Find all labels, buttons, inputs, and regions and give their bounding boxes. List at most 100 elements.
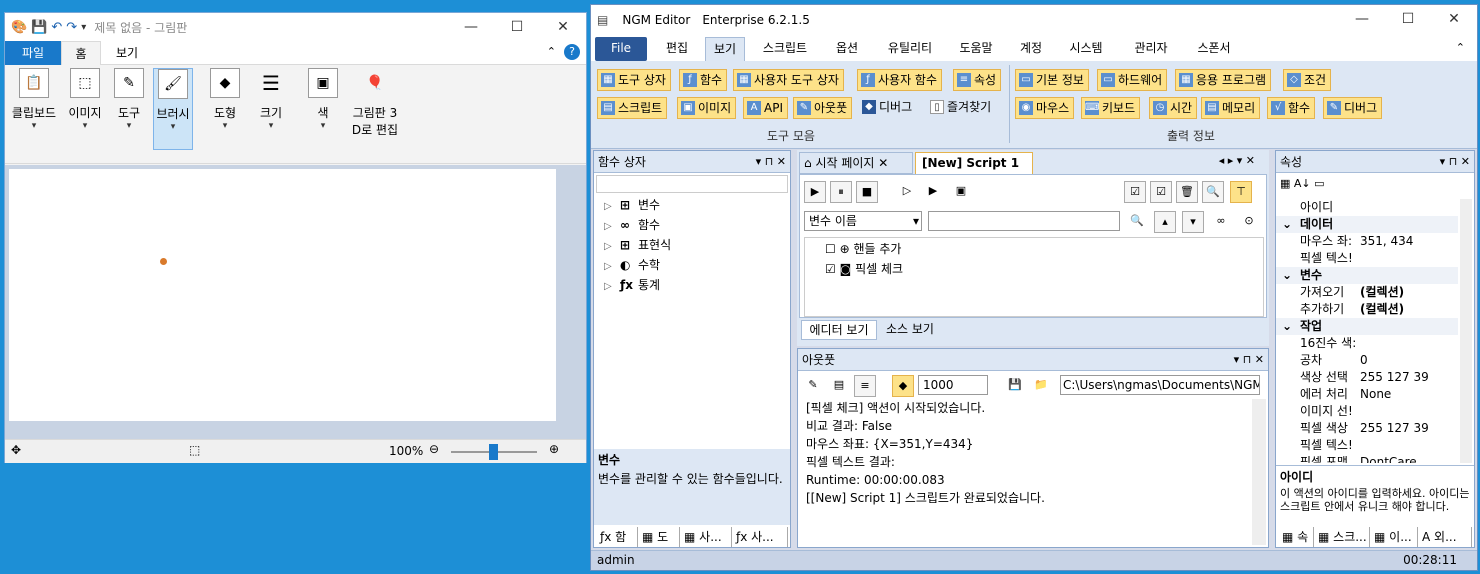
ngm-maximize-button[interactable]: ☐ [1385,5,1431,33]
step-into-button[interactable]: ▣ [950,181,972,203]
close-button[interactable]: ✕ [540,13,586,41]
api-button[interactable]: A API [743,97,788,119]
props-panel-controls[interactable]: ▾ ⊓ ✕ [1440,151,1470,173]
function-search-input[interactable] [596,175,788,193]
collapse-ribbon-icon[interactable]: ⌃ [547,45,556,58]
brushes-button[interactable]: 🖌 브러시 ▾ [153,68,193,150]
props-category[interactable]: ⌄ 데이터 [1276,216,1458,233]
script-button[interactable]: ▤ 스크립트 [597,97,668,119]
editor-view-tab[interactable]: 에디터 보기 [801,320,877,340]
output-button[interactable]: ✎ 아웃풋 [793,97,853,119]
time-button[interactable]: ◷ 시간 [1149,97,1198,119]
variable-search-icon[interactable]: 🔍 [1126,211,1148,233]
tree-view-button[interactable]: ⊤ [1230,181,1252,203]
interval-input[interactable]: 1000 [918,375,988,395]
props-row[interactable]: 픽셀 포맷 DontCare [1276,454,1458,463]
more-icon[interactable]: ⊙ [1238,211,1260,233]
properties-button[interactable]: ≡ 속성 [953,69,1002,91]
props-row[interactable]: 추가하기 (컬렉션) [1276,301,1458,318]
clipboard-button[interactable]: 📋 클립보드 ▾ [9,68,59,150]
props-bottom-tab-2[interactable]: ▦ 스크... [1314,527,1370,547]
props-sort-icons[interactable]: ▦ A↓ ▭ [1280,177,1325,190]
image-panel-button[interactable]: ▣ 이미지 [677,97,737,119]
basic-info-button[interactable]: ▭ 기본 정보 [1015,69,1089,91]
props-row[interactable]: 16진수 색: [1276,335,1458,352]
tab-options[interactable]: 옵션 [825,37,869,61]
tab-script[interactable]: 스크립트 [755,37,815,61]
mouse-button[interactable]: ◉ 마우스 [1015,97,1075,119]
func-bottom-tab-3[interactable]: ▦ 사... [680,527,732,547]
debug-info-button[interactable]: ✎ 디버그 [1323,97,1383,119]
tree-item-statistics[interactable]: ▷ ƒx 통계 [604,275,660,295]
run-from-button[interactable]: ▷ [896,181,918,203]
action-item-pixel-check[interactable]: ☑ ◙ 픽셀 체크 [825,260,903,278]
tab-view[interactable]: 보기 [705,37,745,61]
output-save-icon[interactable]: 💾 [1004,375,1026,397]
output-panel-controls[interactable]: ▾ ⊓ ✕ [1234,349,1264,371]
pause-button[interactable]: ⏸ [830,181,852,203]
tools-button[interactable]: ✎ 도구 ▾ [109,68,149,150]
props-row[interactable]: 아이디 [1276,199,1458,216]
maximize-button[interactable]: ☐ [494,13,540,41]
output-clean-icon[interactable]: ✎ [802,375,824,397]
tab-help[interactable]: 도움말 [951,37,1001,61]
props-row[interactable]: 픽셀 텍스! [1276,437,1458,454]
collapse-chevron-icon[interactable]: ⌄ [1282,318,1292,335]
drawing-canvas[interactable] [9,169,556,421]
paint-file-tab[interactable]: 파일 [5,41,61,65]
paint-view-tab[interactable]: 보기 [105,41,149,65]
loop-icon[interactable]: ∞ [1210,211,1232,233]
variable-value-input[interactable] [928,211,1120,231]
application-button[interactable]: ▦ 응용 프로그램 [1175,69,1272,91]
props-category[interactable]: ⌄ 작업 [1276,318,1458,335]
ngm-close-button[interactable]: ✕ [1431,5,1477,33]
tab-sponsor[interactable]: 스폰서 [1189,37,1239,61]
step-button[interactable]: ▶ [922,181,944,203]
func-bottom-tab-4[interactable]: ƒx 사... [732,527,788,547]
action-item-add-handle[interactable]: ☐ ⊕ 핸들 추가 [825,240,901,258]
move-down-button[interactable]: ▾ [1182,211,1204,233]
ribbon-collapse-icon[interactable]: ⌃ [1456,41,1465,54]
condition-button[interactable]: ◇ 조건 [1283,69,1332,91]
source-view-tab[interactable]: 소스 보기 [877,320,943,340]
tab-script-1[interactable]: [New] Script 1 ✕ [915,152,1033,190]
props-row[interactable]: 이미지 선! [1276,403,1458,420]
save-icon[interactable]: 💾 [31,20,47,35]
func-bottom-tab-2[interactable]: ▦ 도 [638,527,680,547]
find-button[interactable]: 🔍 [1202,181,1224,203]
function-button[interactable]: ƒ 함수 [679,69,728,91]
editor-tab-controls[interactable]: ◂ ▸ ▾ ✕ [1219,154,1255,167]
output-doc-icon[interactable]: ▤ [828,375,850,397]
checkbox-unchecked[interactable]: ☐ [825,242,836,256]
hardware-button[interactable]: ▭ 하드웨어 [1097,69,1168,91]
tab-admin[interactable]: 관리자 [1121,37,1181,61]
props-scrollbar[interactable] [1460,199,1472,463]
props-bottom-tab-4[interactable]: A 외... [1418,527,1472,547]
zoom-out-icon[interactable]: ⊖ [429,442,439,456]
checkbox-checked[interactable]: ☑ [825,262,836,276]
props-row[interactable]: 픽셀 텍스! [1276,250,1458,267]
props-row[interactable]: 픽셀 색상 255 127 39 [1276,420,1458,437]
check-button[interactable]: ☑ [1150,181,1172,203]
paint-home-tab[interactable]: 홈 [61,41,101,65]
tab-system[interactable]: 시스템 [1061,37,1111,61]
tab-edit[interactable]: 편집 [655,37,699,61]
props-row[interactable]: 마우스 좌: 351, 434 [1276,233,1458,250]
image-button[interactable]: ⬚ 이미지 ▾ [65,68,105,150]
tree-item-function[interactable]: ▷ ∞ 함수 [604,215,660,235]
user-function-button[interactable]: ƒ 사용자 함수 [857,69,943,91]
collapse-chevron-icon[interactable]: ⌄ [1282,267,1292,284]
zoom-in-icon[interactable]: ⊕ [549,442,559,456]
tree-item-math[interactable]: ▷ ◐ 수학 [604,255,660,275]
output-scrollbar[interactable] [1252,399,1266,545]
check-all-button[interactable]: ☑ [1124,181,1146,203]
panel-controls[interactable]: ▾ ⊓ ✕ [756,151,786,173]
undo-icon[interactable]: ↶ [51,20,62,35]
paint3d-button[interactable]: 🎈 그림판 3 D로 편집 [347,68,403,150]
zoom-slider-thumb[interactable] [489,444,498,460]
colors-button[interactable]: ▣ 색 ▾ [303,68,343,150]
redo-icon[interactable]: ↷ [66,20,77,35]
delete-button[interactable]: 🗑 [1176,181,1198,203]
shapes-button[interactable]: ◆ 도형 ▾ [205,68,245,150]
toolbox-button[interactable]: ▦ 도구 상자 [597,69,671,91]
